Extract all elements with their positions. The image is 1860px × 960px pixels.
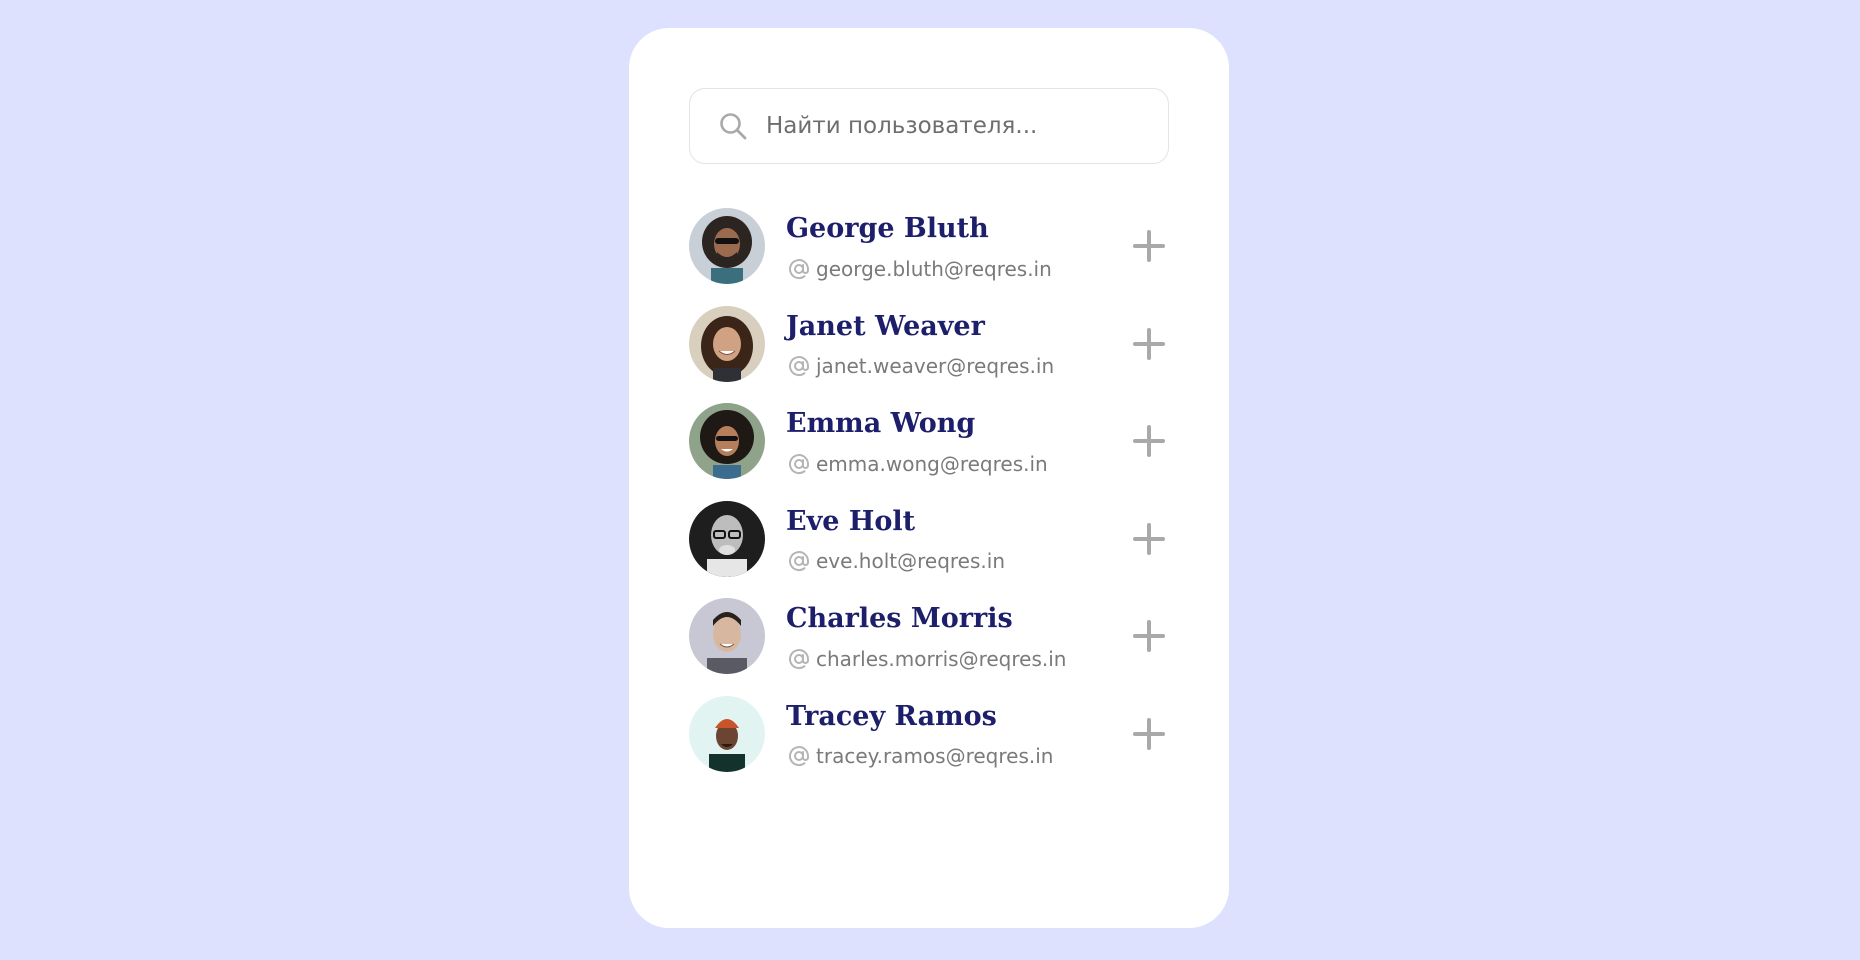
add-user-button[interactable] <box>1129 324 1169 364</box>
email-text: janet.weaver@reqres.in <box>816 354 1055 378</box>
at-icon <box>786 354 811 379</box>
plus-icon <box>1133 425 1165 457</box>
add-user-button[interactable] <box>1129 714 1169 754</box>
list-item: George Bluth george.bluth@reqres.in <box>689 208 1169 306</box>
at-icon <box>786 646 811 671</box>
avatar <box>689 208 765 284</box>
add-user-button[interactable] <box>1129 226 1169 266</box>
email-text: charles.morris@reqres.in <box>816 646 1067 671</box>
list-item: Charles Morris charles.morris@reqres.in <box>689 598 1169 696</box>
user-name: Tracey Ramos <box>786 700 997 732</box>
avatar <box>689 598 765 674</box>
user-name: Janet Weaver <box>786 310 985 342</box>
email-text: eve.holt@reqres.in <box>816 549 1005 573</box>
avatar <box>689 305 765 382</box>
add-user-button[interactable] <box>1129 421 1169 461</box>
user-name: George Bluth <box>786 213 989 244</box>
user-name: Charles Morris <box>786 603 1013 634</box>
list-item: Eve Holt eve.holt@reqres.in <box>689 500 1169 599</box>
user-email: tracey.ramos@reqres.in <box>786 744 1053 769</box>
user-email: charles.morris@reqres.in <box>786 646 1066 671</box>
add-user-button[interactable] <box>1129 519 1169 559</box>
at-icon <box>786 744 811 769</box>
at-icon <box>786 549 811 574</box>
email-text: tracey.ramos@reqres.in <box>816 744 1054 768</box>
add-user-button[interactable] <box>1129 616 1169 656</box>
user-email: george.bluth@reqres.in <box>786 256 1052 281</box>
avatar <box>689 403 765 479</box>
list-item: Emma Wong emma.wong@reqres.in <box>689 403 1169 501</box>
user-email: janet.weaver@reqres.in <box>786 354 1054 379</box>
user-name: Emma Wong <box>786 408 976 439</box>
plus-icon <box>1133 620 1165 652</box>
at-icon <box>786 256 811 281</box>
plus-icon <box>1133 230 1165 262</box>
user-email: emma.wong@reqres.in <box>786 451 1048 476</box>
search-box[interactable] <box>689 88 1169 164</box>
user-card: George Bluth george.bluth@reqres.in <box>629 28 1229 928</box>
list-item: Tracey Ramos tracey.ramos@reqres.in <box>689 695 1169 794</box>
plus-icon <box>1133 327 1165 360</box>
list-item: Janet Weaver janet.weaver@reqres.in <box>689 305 1169 404</box>
search-input[interactable] <box>766 113 1146 139</box>
user-name: Eve Holt <box>786 505 916 537</box>
search-icon <box>716 109 750 143</box>
at-icon <box>786 451 811 476</box>
plus-icon <box>1133 522 1165 555</box>
user-email: eve.holt@reqres.in <box>786 549 1005 574</box>
avatar <box>689 500 765 577</box>
user-list: George Bluth george.bluth@reqres.in Jane… <box>689 208 1169 793</box>
email-text: emma.wong@reqres.in <box>816 451 1048 476</box>
avatar <box>689 695 765 772</box>
email-text: george.bluth@reqres.in <box>816 256 1052 281</box>
plus-icon <box>1133 717 1165 750</box>
